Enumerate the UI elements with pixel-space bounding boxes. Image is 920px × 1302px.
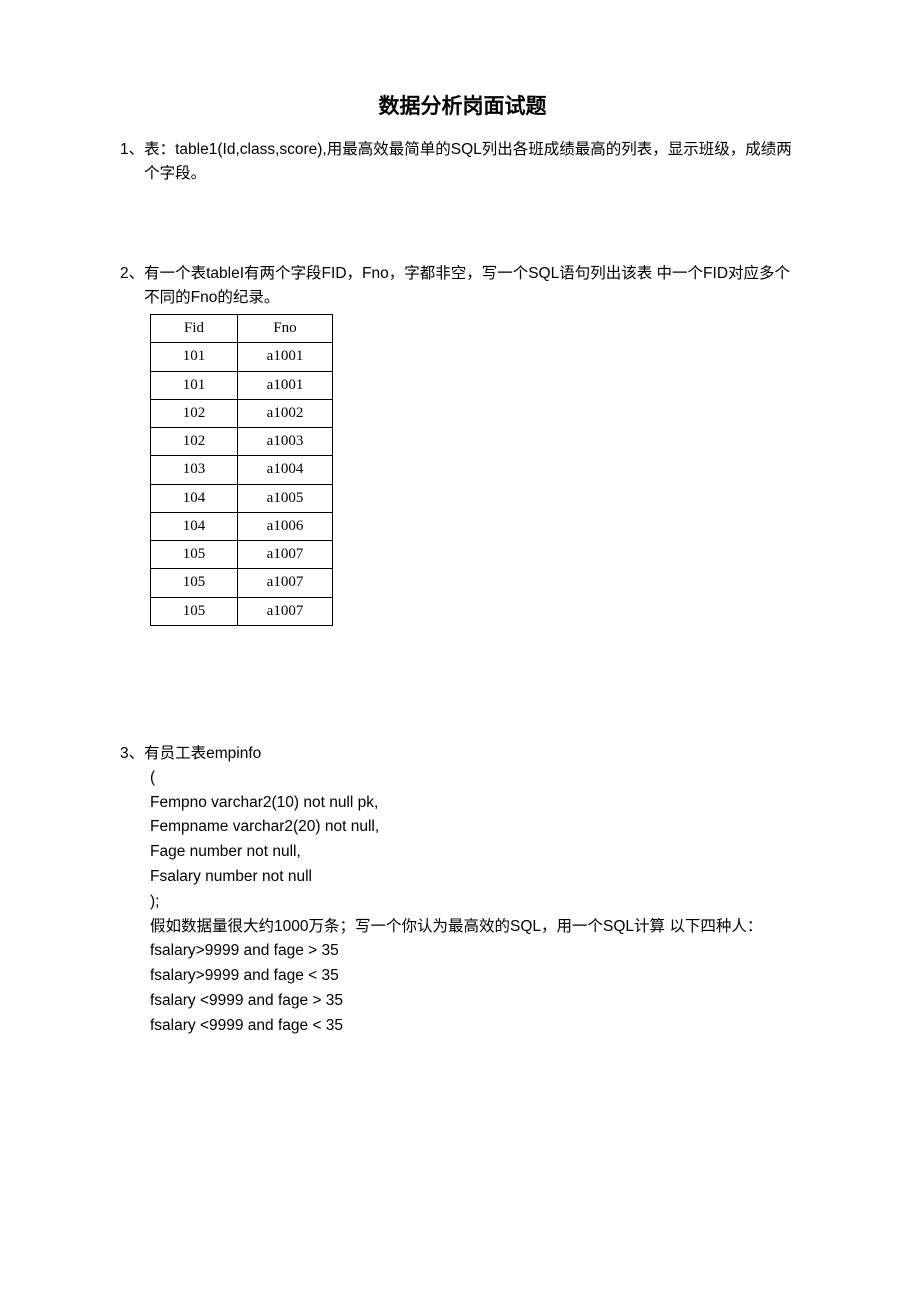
question-2-number: 2、 bbox=[120, 262, 144, 286]
question-3-line: Fage number not null, bbox=[150, 840, 805, 865]
table-cell: a1007 bbox=[238, 569, 333, 597]
table-cell: 105 bbox=[151, 569, 238, 597]
question-3-line: Fempname varchar2(20) not null, bbox=[150, 815, 805, 840]
question-3-line: Fsalary number not null bbox=[150, 865, 805, 890]
table-header-row: Fid Fno bbox=[151, 315, 333, 343]
table-row: 105a1007 bbox=[151, 541, 333, 569]
document-page: 数据分析岗面试题 1、 表：table1(Id,class,score),用最高… bbox=[0, 0, 920, 1105]
question-3-line: 假如数据量很大约1000万条；写一个你认为最高效的SQL，用一个SQL计算 以下… bbox=[150, 915, 805, 940]
table-row: 104a1005 bbox=[151, 484, 333, 512]
table-cell: 101 bbox=[151, 343, 238, 371]
table-row: 105a1007 bbox=[151, 597, 333, 625]
table-row: 104a1006 bbox=[151, 512, 333, 540]
question-3-lead: 有员工表empinfo bbox=[144, 742, 805, 766]
spacer bbox=[120, 632, 805, 742]
table-cell: a1001 bbox=[238, 343, 333, 371]
question-3-line: ); bbox=[150, 890, 805, 915]
table-cell: a1005 bbox=[238, 484, 333, 512]
question-3-line: ( bbox=[150, 766, 805, 791]
page-title: 数据分析岗面试题 bbox=[120, 90, 805, 120]
table-cell: a1001 bbox=[238, 371, 333, 399]
question-3-body: (Fempno varchar2(10) not null pk,Fempnam… bbox=[120, 766, 805, 1039]
question-1: 1、 表：table1(Id,class,score),用最高效最简单的SQL列… bbox=[120, 138, 805, 186]
question-2-table: Fid Fno 101a1001101a1001102a1002102a1003… bbox=[150, 314, 333, 626]
table-cell: 102 bbox=[151, 428, 238, 456]
table-cell: 104 bbox=[151, 484, 238, 512]
table-cell: 101 bbox=[151, 371, 238, 399]
question-3-number: 3、 bbox=[120, 742, 144, 766]
table-cell: a1003 bbox=[238, 428, 333, 456]
question-1-text: 表：table1(Id,class,score),用最高效最简单的SQL列出各班… bbox=[144, 138, 805, 186]
table-row: 101a1001 bbox=[151, 343, 333, 371]
question-3-line: fsalary <9999 and fage > 35 bbox=[150, 989, 805, 1014]
table-cell: a1006 bbox=[238, 512, 333, 540]
table-cell: a1004 bbox=[238, 456, 333, 484]
table-row: 101a1001 bbox=[151, 371, 333, 399]
table-cell: 105 bbox=[151, 541, 238, 569]
question-3-line: fsalary>9999 and fage < 35 bbox=[150, 964, 805, 989]
spacer bbox=[120, 192, 805, 262]
table-row: 105a1007 bbox=[151, 569, 333, 597]
table-cell: a1007 bbox=[238, 597, 333, 625]
question-3-line: Fempno varchar2(10) not null pk, bbox=[150, 791, 805, 816]
table-header-fid: Fid bbox=[151, 315, 238, 343]
question-2-text: 有一个表tableI有两个字段FID，Fno，字都非空，写一个SQL语句列出该表… bbox=[144, 262, 805, 310]
table-row: 103a1004 bbox=[151, 456, 333, 484]
table-cell: 103 bbox=[151, 456, 238, 484]
table-header-fno: Fno bbox=[238, 315, 333, 343]
table-row: 102a1003 bbox=[151, 428, 333, 456]
question-1-number: 1、 bbox=[120, 138, 144, 162]
question-3: 3、 有员工表empinfo (Fempno varchar2(10) not … bbox=[120, 742, 805, 1039]
table-cell: 102 bbox=[151, 399, 238, 427]
table-cell: a1002 bbox=[238, 399, 333, 427]
table-row: 102a1002 bbox=[151, 399, 333, 427]
question-3-line: fsalary <9999 and fage < 35 bbox=[150, 1014, 805, 1039]
table-cell: 104 bbox=[151, 512, 238, 540]
question-2: 2、 有一个表tableI有两个字段FID，Fno，字都非空，写一个SQL语句列… bbox=[120, 262, 805, 626]
table-cell: 105 bbox=[151, 597, 238, 625]
table-cell: a1007 bbox=[238, 541, 333, 569]
question-3-line: fsalary>9999 and fage > 35 bbox=[150, 939, 805, 964]
